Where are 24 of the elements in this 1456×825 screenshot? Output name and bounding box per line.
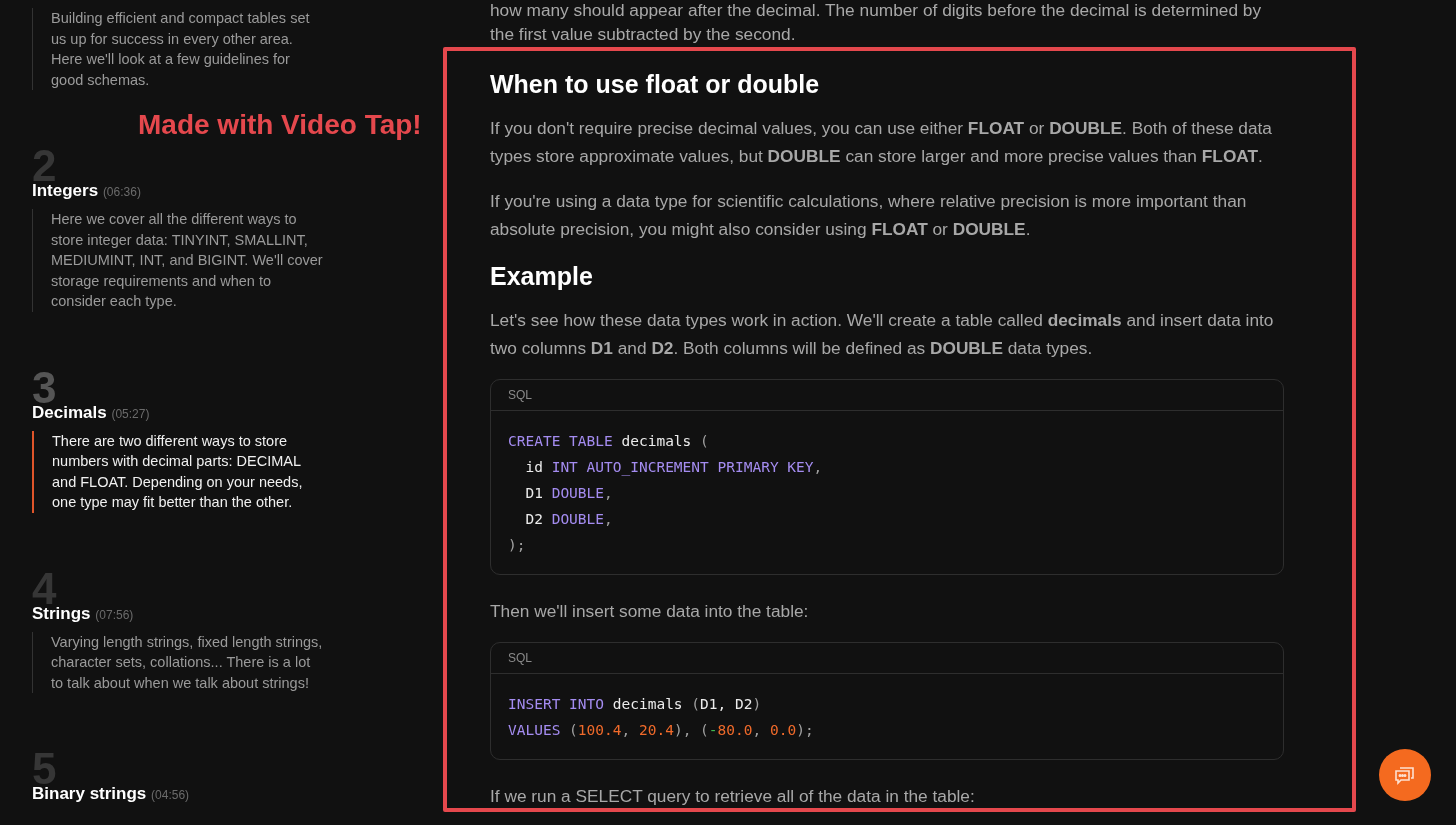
code-line: D1 DOUBLE, <box>524 484 614 503</box>
chat-button[interactable] <box>1379 749 1431 801</box>
section-heading: When to use float or double <box>490 69 821 100</box>
code-line: id INT AUTO_INCREMENT PRIMARY KEY, <box>524 458 824 478</box>
paragraph: If you don't require precise decimal values, you can use either FLOAT or DOUBLE. Both of these data types store approximate values, but DOUBLE can store larger and more precise values than FLOAT. <box>490 117 1273 168</box>
code-language-label: SQL <box>491 380 1283 411</box>
code-line: INSERT INTO decimals (D1, D2) <box>508 695 763 714</box>
code-language-label: SQL <box>491 643 1283 674</box>
annotation-caption: Made with Video Tap! <box>138 108 422 142</box>
chapter-description: Varying length strings, fixed length strings, character sets, collations... There is a lot to talk about when we talk about strings! <box>32 631 324 693</box>
paragraph: how many should appear after the decimal. The number of digits before the decimal is determined by the first value subtracted by the second. <box>490 0 1263 46</box>
section-heading: Example <box>490 261 594 292</box>
chapter-description: Building efficient and compact tables set us up for success in every other area. Here we'll look at a few guidelines for good schemas. <box>32 8 324 90</box>
code-line: VALUES (100.4, 20.4), (-80.0, 0.0); <box>508 721 815 740</box>
code-line: CREATE TABLE decimals ( <box>508 432 710 451</box>
code-line: D2 DOUBLE, <box>524 510 614 529</box>
paragraph: If we run a SELECT query to retrieve all of the data in the table: <box>490 785 976 808</box>
paragraph: If you're using a data type for scientific calculations, where relative precision is more important than absolute precision, you might also consider using FLOAT or DOUBLE. <box>490 190 1248 241</box>
chat-icon <box>1394 765 1416 785</box>
paragraph: Then we'll insert some data into the table: <box>490 600 810 623</box>
chapter-description: Here we cover all the different ways to store integer data: TINYINT, SMALLINT, MEDIUMINT, INT, and BIGINT. We'll cover storage requirements and when to consider each type. <box>32 209 324 312</box>
chapter-description: There are two different ways to store numbers with decimal parts: DECIMAL and FLOAT. Depending on your needs, one type may fit better than the other. <box>32 430 324 513</box>
code-line: ); <box>508 536 527 555</box>
paragraph: Let's see how these data types work in action. We'll create a table called decimals and insert data into two columns D1 and D2. Both columns will be defined as DOUBLE data types. <box>490 309 1275 360</box>
